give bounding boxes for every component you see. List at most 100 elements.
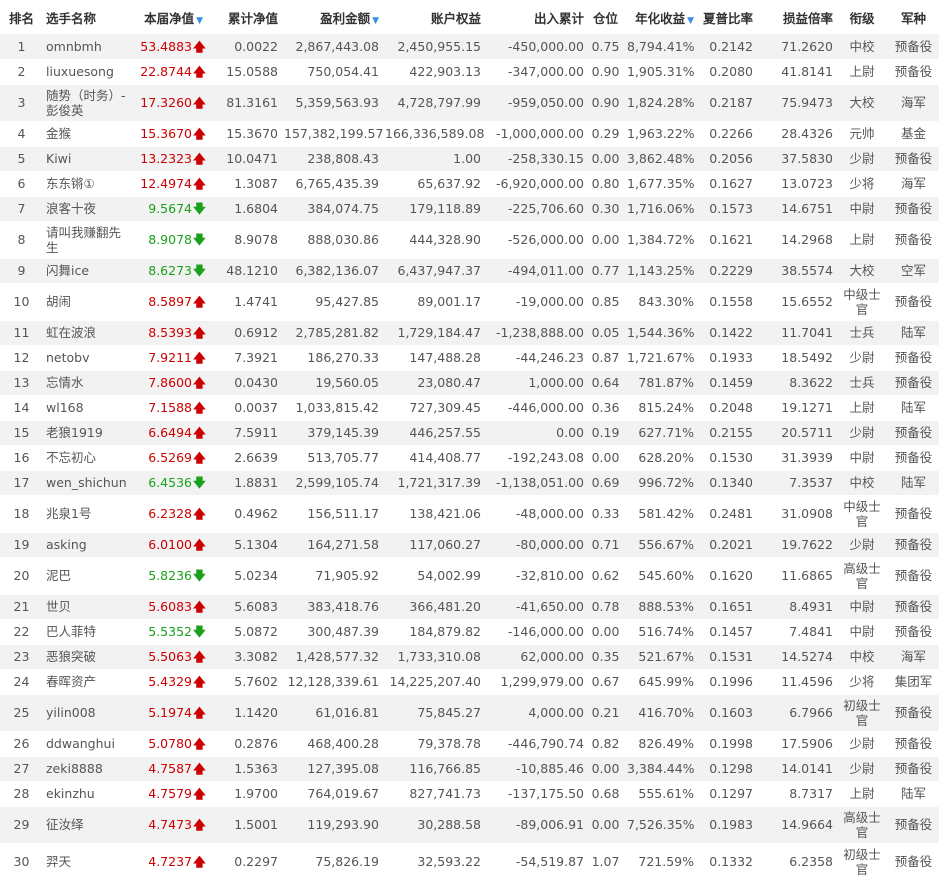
player-name-link[interactable]: 胡闹 — [43, 283, 131, 321]
table-row[interactable]: 25 yilin008 5.1974🡅 1.1420 61,016.81 75,845.2… — [0, 694, 939, 732]
player-name-link[interactable]: 随势（时务）-彭俊英 — [43, 84, 131, 122]
player-name-link[interactable]: 羿天 — [43, 843, 131, 881]
player-name-link[interactable]: 征汝绎 — [43, 806, 131, 844]
nav-cell: 5.0780🡅 — [131, 731, 206, 757]
branch-cell: 陆军 — [888, 320, 939, 346]
table-row[interactable]: 21 世贝 5.6083🡅 5.6083 383,418.76 366,481.20 -41… — [0, 594, 939, 620]
table-row[interactable]: 11 虹在波浪 8.5393🡅 0.6912 2,785,281.82 1,729,184… — [0, 320, 939, 346]
flow-cell: -6,920,000.00 — [484, 171, 587, 197]
player-name-link[interactable]: 忘情水 — [43, 370, 131, 396]
nav-cell: 7.1588🡅 — [131, 395, 206, 421]
table-row[interactable]: 28 ekinzhu 4.7579🡅 1.9700 764,019.67 827,741.… — [0, 781, 939, 807]
player-name-link[interactable]: 东东锵① — [43, 171, 131, 197]
table-row[interactable]: 15 老狼1919 6.6494🡅 7.5911 379,145.39 446,257.5… — [0, 420, 939, 446]
table-row[interactable]: 19 asking 6.0100🡅 5.1304 164,271.58 117,060.2… — [0, 532, 939, 558]
table-row[interactable]: 8 请叫我赚翻先生 8.9078🡇 8.9078 888,030.86 444,328.9… — [0, 221, 939, 259]
col-header-equity[interactable]: 账户权益 — [382, 0, 484, 34]
table-row[interactable]: 22 巴人菲特 5.5352🡇 5.0872 300,487.39 184,879.82-… — [0, 619, 939, 645]
player-name-link[interactable]: wl168 — [43, 395, 131, 421]
table-row[interactable]: 7 浪客十夜 9.5674🡇 1.6804 384,074.75 179,118.89 -2… — [0, 196, 939, 222]
position-cell: 0.00 — [587, 221, 624, 259]
col-header-nav[interactable]: 本届净值 ▼ — [131, 0, 206, 34]
arrow-up-icon: 🡅 — [193, 817, 206, 832]
branch-cell: 陆军 — [888, 470, 939, 496]
table-row[interactable]: 3 随势（时务）-彭俊英 17.3260🡅 81.3161 5,359,563.93 4,… — [0, 84, 939, 122]
player-name-link[interactable]: 浪客十夜 — [43, 196, 131, 222]
player-name-link[interactable]: yilin008 — [43, 694, 131, 732]
player-name-link[interactable]: omnbmh — [43, 34, 131, 60]
player-name-link[interactable]: 闪舞ice — [43, 258, 131, 284]
col-header-position[interactable]: 仓位 — [587, 0, 624, 34]
player-name-link[interactable]: 春晖资产 — [43, 669, 131, 695]
player-name-link[interactable]: 请叫我赚翻先生 — [43, 221, 131, 259]
player-name-link[interactable]: liuxuesong — [43, 59, 131, 85]
player-name-link[interactable]: Kiwi — [43, 146, 131, 172]
col-header-branch[interactable]: 军种 — [888, 0, 939, 34]
equity-cell: 14,225,207.40 — [382, 669, 484, 695]
table-row[interactable]: 27 zeki8888 4.7587🡅 1.5363 127,395.08 116,766… — [0, 756, 939, 782]
rank-title-cell: 少将 — [836, 669, 888, 695]
table-row[interactable]: 30 羿天 4.7237🡅 0.2297 75,826.19 32,593.22 -54,5… — [0, 843, 939, 881]
cum-nav-cell: 0.2876 — [206, 731, 281, 757]
player-name-link[interactable]: ekinzhu — [43, 781, 131, 807]
col-header-flow[interactable]: 出入累计 — [484, 0, 587, 34]
table-row[interactable]: 16 不忘初心 6.5269🡅 2.6639 513,705.77 414,408.77-… — [0, 445, 939, 471]
col-header-rank-title[interactable]: 衔级 — [836, 0, 888, 34]
col-header-sharpe[interactable]: 夏普比率 — [697, 0, 756, 34]
rank-cell: 2 — [0, 59, 43, 85]
table-row[interactable]: 24 春晖资产 5.4329🡅 5.7602 12,128,339.61 14,225,2… — [0, 669, 939, 695]
branch-cell: 预备役 — [888, 34, 939, 60]
table-row[interactable]: 10 胡闹 8.5897🡅 1.4741 95,427.85 89,001.17 -19,0… — [0, 283, 939, 321]
player-name-link[interactable]: 巴人菲特 — [43, 619, 131, 645]
player-name-link[interactable]: 泥巴 — [43, 557, 131, 595]
rank-cell: 13 — [0, 370, 43, 396]
player-name-link[interactable]: 金猴 — [43, 121, 131, 147]
player-name-link[interactable]: 兆泉1号 — [43, 495, 131, 533]
table-row[interactable]: 12 netobv 7.9211🡅 7.3921 186,270.33 147,488.2… — [0, 345, 939, 371]
position-cell: 0.87 — [587, 345, 624, 371]
table-row[interactable]: 4 金猴 15.3670🡅 15.3670 157,382,199.57 166,336,… — [0, 121, 939, 147]
table-row[interactable]: 20 泥巴 5.8236🡇 5.0234 71,905.92 54,002.99 -32,8… — [0, 557, 939, 595]
player-name-link[interactable]: wen_shichun — [43, 470, 131, 496]
player-name-link[interactable]: netobv — [43, 345, 131, 371]
player-name-link[interactable]: ddwanghui — [43, 731, 131, 757]
col-header-profit[interactable]: 盈利金额 ▼ — [281, 0, 382, 34]
col-header-label: 年化收益 — [635, 10, 686, 26]
rank-title-cell: 中尉 — [836, 594, 888, 620]
col-header-rank[interactable]: 排名 — [0, 0, 43, 34]
rank-cell: 7 — [0, 196, 43, 222]
position-cell: 0.33 — [587, 495, 624, 533]
table-row[interactable]: 26 ddwanghui 5.0780🡅 0.2876 468,400.28 79,378… — [0, 731, 939, 757]
player-name-link[interactable]: zeki8888 — [43, 756, 131, 782]
table-row[interactable]: 9 闪舞ice 8.6273🡇 48.1210 6,382,136.07 6,437,94… — [0, 258, 939, 284]
table-row[interactable]: 2 liuxuesong 22.8744🡅 15.0588 750,054.41 422,… — [0, 59, 939, 85]
col-header-pl-ratio[interactable]: 损益倍率 — [756, 0, 836, 34]
player-name-link[interactable]: asking — [43, 532, 131, 558]
branch-cell: 预备役 — [888, 345, 939, 371]
annual-cell: 1,905.31% — [624, 59, 697, 85]
annual-cell: 628.20% — [624, 445, 697, 471]
player-name-link[interactable]: 老狼1919 — [43, 420, 131, 446]
player-name-link[interactable]: 恶狼突破 — [43, 644, 131, 670]
col-header-player[interactable]: 选手名称 — [43, 0, 131, 34]
table-row[interactable]: 18 兆泉1号 6.2328🡅 0.4962 156,511.17 138,421.06-… — [0, 495, 939, 533]
table-row[interactable]: 6 东东锵① 12.4974🡅 1.3087 6,765,435.39 65,637.92… — [0, 171, 939, 197]
player-name-link[interactable]: 不忘初心 — [43, 445, 131, 471]
table-row[interactable]: 23 恶狼突破 5.5063🡅 3.3082 1,428,577.32 1,733,310… — [0, 644, 939, 670]
table-row[interactable]: 13 忘情水 7.8600🡅 0.0430 19,560.05 23,080.47 1,00… — [0, 370, 939, 396]
table-row[interactable]: 14 wl168 7.1588🡅 0.0037 1,033,815.42 727,309.… — [0, 395, 939, 421]
player-name-link[interactable]: 虹在波浪 — [43, 320, 131, 346]
player-name-link[interactable]: 世贝 — [43, 594, 131, 620]
cum-nav-cell: 0.0430 — [206, 370, 281, 396]
cum-nav-cell: 7.3921 — [206, 345, 281, 371]
annual-cell: 555.61% — [624, 781, 697, 807]
table-row[interactable]: 29 征汝绎 4.7473🡅 1.5001 119,293.90 30,288.58 -89… — [0, 806, 939, 844]
equity-cell: 79,378.78 — [382, 731, 484, 757]
col-header-cum-nav[interactable]: 累计净值 — [206, 0, 281, 34]
col-header-annual[interactable]: 年化收益 ▼ — [624, 0, 697, 34]
table-row[interactable]: 5 Kiwi 13.2323🡅 10.0471 238,808.43 1.00 -258,3… — [0, 146, 939, 172]
nav-cell: 8.6273🡇 — [131, 258, 206, 284]
nav-value: 8.9078 — [148, 232, 192, 247]
table-row[interactable]: 17 wen_shichun 6.4536🡇 1.8831 2,599,105.74 1,… — [0, 470, 939, 496]
table-row[interactable]: 1 omnbmh 53.4883🡅 0.0022 2,867,443.08 2,450,9… — [0, 34, 939, 60]
